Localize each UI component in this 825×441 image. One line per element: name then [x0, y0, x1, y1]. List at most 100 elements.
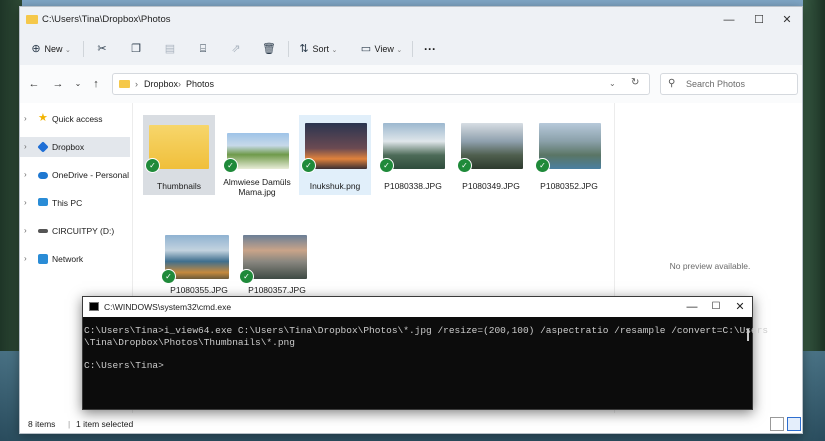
sync-check-icon: ✓	[301, 158, 316, 173]
cloud-icon	[38, 172, 48, 179]
cut-button[interactable]: ✂	[96, 39, 108, 59]
plus-circle-icon: ⊕	[31, 43, 41, 55]
breadcrumb-separator: ›	[178, 79, 181, 89]
sidebar-item-network[interactable]: › Network	[20, 249, 130, 269]
toolbar-divider	[83, 41, 84, 57]
search-icon: ⚲	[668, 78, 676, 89]
paste-icon: ▤	[164, 43, 176, 55]
share-button[interactable]: ⇗	[230, 39, 242, 59]
file-item-p1080355[interactable]: ✓ P1080355.JPG	[161, 221, 235, 301]
sync-check-icon: ✓	[145, 158, 160, 173]
back-button[interactable]: ←	[26, 75, 42, 93]
drive-icon	[38, 229, 48, 233]
toolbar-divider	[412, 41, 413, 57]
chevron-down-icon: ⌄	[331, 47, 338, 54]
sidebar-item-quick-access[interactable]: › ★ Quick access	[20, 109, 130, 129]
delete-button[interactable]: 🗑	[262, 39, 276, 59]
cmd-maximize-button[interactable]: ☐	[705, 299, 727, 315]
up-button[interactable]: ↑	[88, 75, 104, 93]
item-count: 8 items	[28, 419, 56, 429]
console-line: C:\Users\Tina>	[84, 359, 164, 371]
file-name: P1080349.JPG	[462, 181, 520, 191]
sort-icon: ⇅	[299, 43, 309, 55]
star-icon: ★	[38, 112, 48, 124]
cmd-titlebar[interactable]: C:\WINDOWS\system32\cmd.exe — ☐ ✕	[83, 297, 752, 317]
new-button[interactable]: ⊕ New ⌄	[30, 39, 71, 59]
sidebar-item-this-pc[interactable]: › This PC	[20, 193, 130, 213]
rename-button[interactable]: ⌸	[197, 39, 209, 59]
sidebar-item-onedrive[interactable]: › OneDrive - Personal	[20, 165, 130, 185]
file-item-p1080357[interactable]: ✓ P1080357.JPG	[239, 221, 313, 301]
sync-check-icon: ✓	[535, 158, 550, 173]
see-more-button[interactable]: ···	[424, 39, 436, 59]
search-input[interactable]: ⚲ Search Photos	[660, 73, 798, 95]
status-bar: 8 items | 1 item selected	[20, 415, 802, 433]
trash-icon: 🗑	[262, 43, 276, 55]
sidebar-item-circuitpy[interactable]: › CIRCUITPY (D:)	[20, 221, 130, 241]
address-dropdown-icon[interactable]: ⌄	[609, 79, 616, 88]
close-button[interactable]: ✕	[774, 11, 800, 29]
breadcrumb-dropbox[interactable]: Dropbox	[144, 79, 178, 89]
chevron-right-icon[interactable]: ›	[24, 249, 27, 269]
address-bar[interactable]: › Dropbox › Photos ⌄ ↻	[112, 73, 650, 95]
sidebar-item-dropbox[interactable]: › Dropbox	[20, 137, 130, 157]
console-line: \Tina\Dropbox\Photos\Thumbnails\*.png	[84, 336, 295, 348]
share-icon: ⇗	[231, 43, 241, 55]
recent-locations-button[interactable]: ⌄	[70, 75, 86, 93]
file-item-inukshuk[interactable]: ✓ Inukshuk.png	[299, 115, 371, 195]
selection-count: 1 item selected	[76, 419, 134, 429]
chevron-right-icon[interactable]: ›	[24, 221, 27, 241]
explorer-titlebar[interactable]: C:\Users\Tina\Dropbox\Photos — ☐ ✕	[20, 7, 802, 33]
cmd-minimize-button[interactable]: —	[681, 299, 703, 315]
file-name: P1080338.JPG	[384, 181, 442, 191]
folder-icon	[26, 15, 38, 24]
scissors-icon: ✂	[97, 43, 107, 55]
view-label: View	[374, 44, 394, 54]
forward-button[interactable]: →	[50, 75, 66, 93]
breadcrumb-photos[interactable]: Photos	[186, 79, 214, 89]
file-item-almwiese[interactable]: ✓ Almwiese Damüls Mama.jpg	[221, 115, 293, 211]
view-button[interactable]: ▭ View ⌄	[360, 39, 402, 59]
refresh-icon[interactable]: ↻	[631, 77, 639, 88]
file-item-p1080349[interactable]: ✓ P1080349.JPG	[455, 115, 527, 195]
file-name: Inukshuk.png	[309, 181, 361, 191]
sync-check-icon: ✓	[379, 158, 394, 173]
sidebar-item-label: Dropbox	[52, 142, 85, 152]
chevron-right-icon[interactable]: ›	[24, 109, 27, 129]
sync-check-icon: ✓	[457, 158, 472, 173]
sidebar-item-label: Network	[52, 254, 84, 264]
details-view-icon[interactable]	[770, 417, 784, 431]
sidebar-item-label: CIRCUITPY (D:)	[52, 226, 115, 236]
sidebar-item-label: This PC	[52, 198, 83, 208]
view-icon: ▭	[360, 43, 372, 55]
network-icon	[38, 254, 48, 264]
large-icons-view-icon[interactable]	[787, 417, 801, 431]
cmd-scrollbar[interactable]	[747, 329, 749, 341]
console-output[interactable]: C:\Users\Tina>i_view64.exe C:\Users\Tina…	[83, 325, 768, 405]
search-placeholder: Search Photos	[686, 79, 746, 89]
copy-icon: ❐	[131, 43, 141, 55]
pc-icon	[38, 198, 48, 206]
file-item-thumbnails[interactable]: ✓ Thumbnails	[143, 115, 215, 195]
chevron-right-icon[interactable]: ›	[24, 193, 27, 213]
file-name: P1080355.JPG	[170, 285, 228, 295]
chevron-right-icon[interactable]: ›	[24, 165, 27, 185]
chevron-down-icon: ⌄	[396, 47, 403, 54]
breadcrumb-separator: ›	[135, 79, 138, 89]
sidebar-item-label: Quick access	[52, 114, 103, 124]
minimize-button[interactable]: —	[716, 11, 742, 29]
paste-button[interactable]: ▤	[164, 39, 176, 59]
chevron-right-icon[interactable]: ›	[24, 137, 27, 157]
new-label: New	[44, 44, 63, 54]
sync-check-icon: ✓	[223, 158, 238, 173]
file-item-p1080352[interactable]: ✓ P1080352.JPG	[533, 115, 605, 195]
sort-button[interactable]: ⇅ Sort ⌄	[298, 39, 337, 59]
rename-icon: ⌸	[199, 43, 207, 55]
sync-check-icon: ✓	[161, 269, 176, 284]
maximize-button[interactable]: ☐	[746, 11, 772, 29]
copy-button[interactable]: ❐	[130, 39, 142, 59]
sync-check-icon: ✓	[239, 269, 254, 284]
cmd-close-button[interactable]: ✕	[729, 299, 751, 315]
file-item-p1080338[interactable]: ✓ P1080338.JPG	[377, 115, 449, 195]
chevron-down-icon: ⌄	[65, 47, 71, 54]
